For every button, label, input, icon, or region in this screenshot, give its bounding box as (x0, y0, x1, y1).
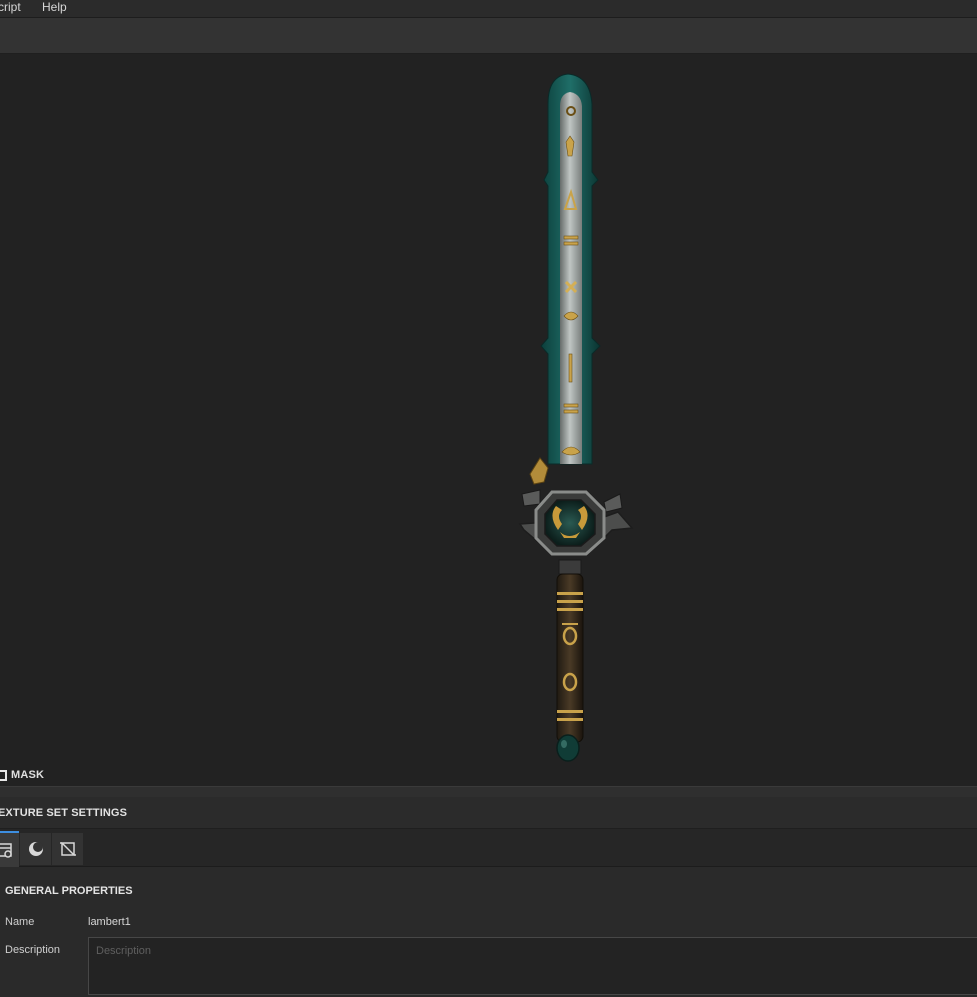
material-sphere-icon (28, 842, 43, 856)
name-value[interactable]: lambert1 (88, 916, 131, 928)
description-field[interactable]: Description (88, 937, 977, 995)
sword-model (518, 73, 634, 762)
description-placeholder: Description (96, 945, 152, 957)
tab-uv[interactable] (52, 833, 83, 865)
menu-bar: cript Help (0, 0, 977, 18)
tab-texture-set-settings[interactable] (0, 831, 19, 867)
uv-crop-icon (59, 842, 76, 856)
menu-help[interactable]: Help (42, 0, 67, 14)
texture-set-settings-icon (0, 843, 12, 858)
texture-set-settings-header: EXTURE SET SETTINGS (0, 797, 977, 829)
menu-script[interactable]: cript (0, 0, 21, 14)
tab-material[interactable] (20, 833, 51, 865)
mask-toggle-row: MASK (0, 766, 977, 786)
general-properties-section: GENERAL PROPERTIES Name lambert1 Descrip… (0, 867, 977, 997)
mask-checkbox[interactable] (0, 770, 7, 781)
mask-label: MASK (11, 769, 45, 781)
panel-title: EXTURE SET SETTINGS (0, 807, 128, 819)
3d-viewport[interactable] (0, 54, 977, 766)
painter-window: cript Help MASK EXTURE SET SETTINGS GENE… (0, 0, 977, 997)
description-label: Description (5, 944, 61, 956)
name-label: Name (5, 916, 35, 928)
toolbar (0, 18, 977, 54)
panel-tabs (0, 829, 977, 867)
general-properties-title: GENERAL PROPERTIES (5, 885, 133, 897)
